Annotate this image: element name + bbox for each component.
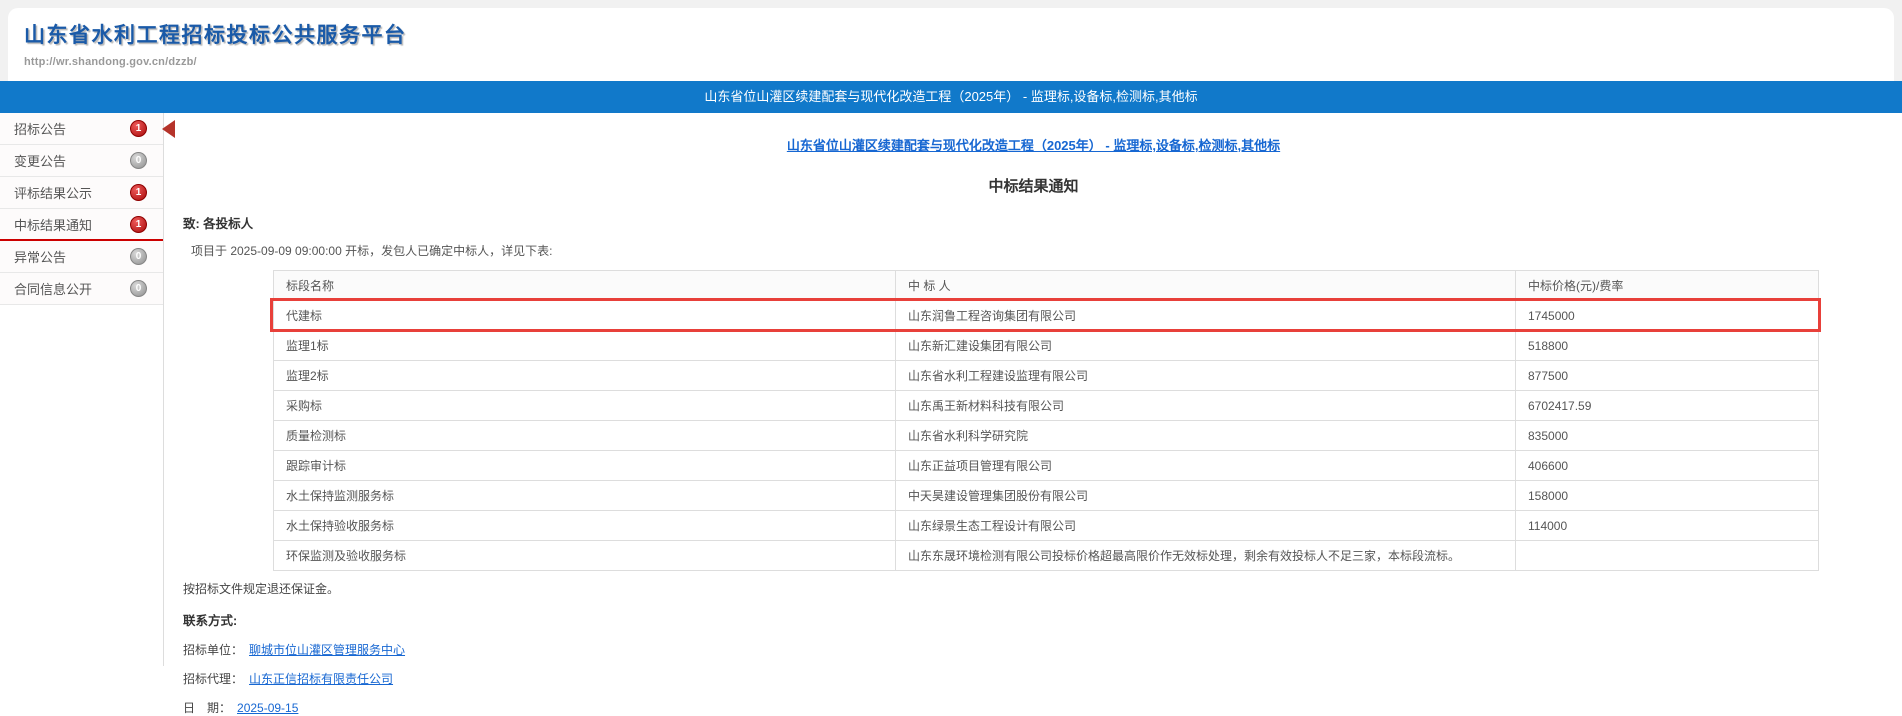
col-header-winner: 中 标 人	[896, 271, 1516, 301]
salutation-text: 致: 各投标人	[183, 213, 1902, 232]
sidebar-item-label: 中标结果通知	[14, 215, 92, 234]
cell-price: 406600	[1516, 451, 1819, 481]
sidebar-item-label: 招标公告	[14, 119, 66, 138]
date-label: 日 期：	[183, 701, 231, 715]
cell-price: 158000	[1516, 481, 1819, 511]
tenderer-label: 招标单位：	[183, 643, 243, 657]
sidebar-item-change-announcement[interactable]: 变更公告 0	[0, 145, 163, 177]
sidebar-item-label: 合同信息公开	[14, 279, 92, 298]
cell-price: 1745000	[1516, 301, 1819, 331]
site-title: 山东省水利工程招标投标公共服务平台	[24, 19, 1894, 49]
cell-section: 环保监测及验收服务标	[274, 541, 896, 571]
cell-winner: 山东省水利工程建设监理有限公司	[896, 361, 1516, 391]
sidebar-item-label: 变更公告	[14, 151, 66, 170]
cell-price: 6702417.59	[1516, 391, 1819, 421]
cell-section: 监理1标	[274, 331, 896, 361]
cell-section: 水土保持验收服务标	[274, 511, 896, 541]
notice-title: 中标结果通知	[165, 175, 1902, 196]
table-row: 采购标 山东禹王新材料科技有限公司 6702417.59	[274, 391, 1819, 421]
sidebar-item-abnormal-announcement[interactable]: 异常公告 0	[0, 241, 163, 273]
sidebar-item-evaluation-result[interactable]: 评标结果公示 1	[0, 177, 163, 209]
table-row: 监理1标 山东新汇建设集团有限公司 518800	[274, 331, 1819, 361]
table-row: 环保监测及验收服务标 山东东晟环境检测有限公司投标价格超最高限价作无效标处理，剩…	[274, 541, 1819, 571]
page-header: 山东省水利工程招标投标公共服务平台 http://wr.shandong.gov…	[0, 0, 1902, 81]
cell-price: 835000	[1516, 421, 1819, 451]
cell-winner: 山东东晟环境检测有限公司投标价格超最高限价作无效标处理，剩余有效投标人不足三家，…	[896, 541, 1516, 571]
sidebar-item-award-notice[interactable]: 中标结果通知 1	[0, 209, 163, 241]
cell-winner: 山东新汇建设集团有限公司	[896, 331, 1516, 361]
project-title-banner: 山东省位山灌区续建配套与现代化改造工程（2025年） - 监理标,设备标,检测标…	[0, 81, 1902, 113]
cell-price	[1516, 541, 1819, 571]
table-row: 代建标 山东润鲁工程咨询集团有限公司 1745000	[274, 301, 1819, 331]
count-badge: 1	[130, 184, 147, 201]
count-badge: 0	[130, 280, 147, 297]
sidebar: 招标公告 1 变更公告 0 评标结果公示 1 中标结果通知 1 异常公告 0 合…	[0, 113, 164, 666]
cell-winner: 中天昊建设管理集团股份有限公司	[896, 481, 1516, 511]
cell-section: 质量检测标	[274, 421, 896, 451]
date-link[interactable]: 2025-09-15	[237, 701, 298, 715]
deposit-note: 按招标文件规定退还保证金。	[183, 580, 1902, 597]
agency-label: 招标代理：	[183, 672, 243, 686]
project-title-text: 山东省位山灌区续建配套与现代化改造工程（2025年） - 监理标,设备标,检测标…	[704, 89, 1197, 104]
bid-result-table: 标段名称 中 标 人 中标价格(元)/费率 代建标 山东润鲁工程咨询集团有限公司…	[273, 270, 1819, 571]
table-row: 水土保持验收服务标 山东绿景生态工程设计有限公司 114000	[274, 511, 1819, 541]
current-item-arrow-icon	[162, 120, 175, 138]
sidebar-item-label: 异常公告	[14, 247, 66, 266]
sidebar-item-tender-announcement[interactable]: 招标公告 1	[0, 113, 163, 145]
cell-winner: 山东润鲁工程咨询集团有限公司	[896, 301, 1516, 331]
cell-winner: 山东正益项目管理有限公司	[896, 451, 1516, 481]
count-badge: 1	[130, 120, 147, 137]
col-header-price: 中标价格(元)/费率	[1516, 271, 1819, 301]
contact-line-date: 日 期： 2025-09-15	[183, 699, 1902, 716]
contact-line-tenderer: 招标单位： 聊城市位山灌区管理服务中心	[183, 641, 1902, 658]
project-detail-link[interactable]: 山东省位山灌区续建配套与现代化改造工程（2025年） - 监理标,设备标,检测标…	[165, 135, 1902, 154]
cell-section: 监理2标	[274, 361, 896, 391]
contact-heading: 联系方式:	[183, 610, 1902, 629]
count-badge: 0	[130, 152, 147, 169]
cell-section: 水土保持监测服务标	[274, 481, 896, 511]
table-row: 质量检测标 山东省水利科学研究院 835000	[274, 421, 1819, 451]
tenderer-link[interactable]: 聊城市位山灌区管理服务中心	[249, 643, 405, 657]
cell-section: 跟踪审计标	[274, 451, 896, 481]
agency-link[interactable]: 山东正信招标有限责任公司	[249, 672, 393, 686]
table-row: 水土保持监测服务标 中天昊建设管理集团股份有限公司 158000	[274, 481, 1819, 511]
count-badge: 0	[130, 248, 147, 265]
bid-result-table-container: 标段名称 中 标 人 中标价格(元)/费率 代建标 山东润鲁工程咨询集团有限公司…	[273, 270, 1818, 571]
cell-price: 114000	[1516, 511, 1819, 541]
cell-winner: 山东禹王新材料科技有限公司	[896, 391, 1516, 421]
sidebar-item-label: 评标结果公示	[14, 183, 92, 202]
cell-price: 877500	[1516, 361, 1819, 391]
cell-section: 代建标	[274, 301, 896, 331]
count-badge: 1	[130, 216, 147, 233]
table-header-row: 标段名称 中 标 人 中标价格(元)/费率	[274, 271, 1819, 301]
cell-price: 518800	[1516, 331, 1819, 361]
site-header-panel: 山东省水利工程招标投标公共服务平台 http://wr.shandong.gov…	[8, 8, 1894, 81]
cell-section: 采购标	[274, 391, 896, 421]
cell-winner: 山东省水利科学研究院	[896, 421, 1516, 451]
sidebar-item-contract-info[interactable]: 合同信息公开 0	[0, 273, 163, 305]
site-url: http://wr.shandong.gov.cn/dzzb/	[24, 56, 1894, 68]
table-row: 监理2标 山东省水利工程建设监理有限公司 877500	[274, 361, 1819, 391]
table-row: 跟踪审计标 山东正益项目管理有限公司 406600	[274, 451, 1819, 481]
opening-info-text: 项目于 2025-09-09 09:00:00 开标，发包人已确定中标人，详见下…	[191, 242, 1902, 259]
main-content: 山东省位山灌区续建配套与现代化改造工程（2025年） - 监理标,设备标,检测标…	[165, 113, 1902, 666]
cell-winner: 山东绿景生态工程设计有限公司	[896, 511, 1516, 541]
col-header-section-name: 标段名称	[274, 271, 896, 301]
contact-line-agency: 招标代理： 山东正信招标有限责任公司	[183, 670, 1902, 687]
